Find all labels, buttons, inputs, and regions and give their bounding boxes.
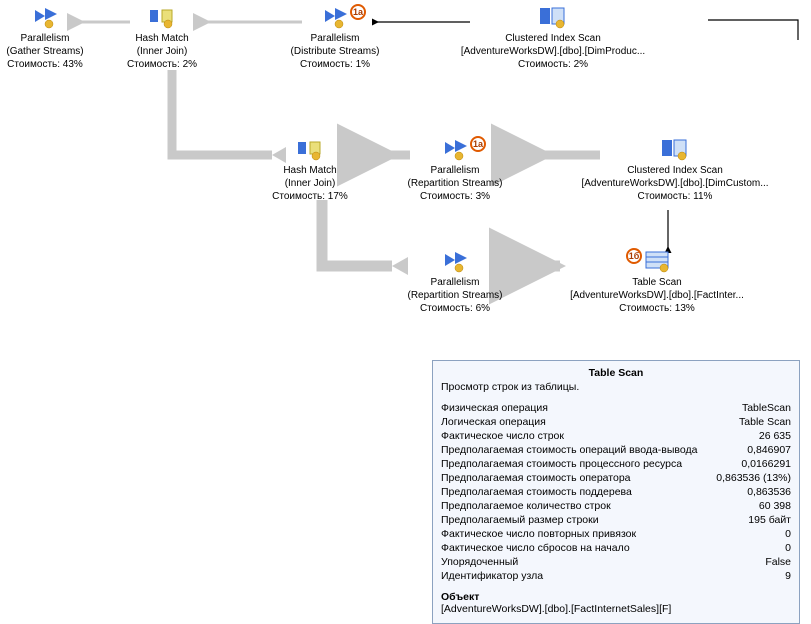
tooltip-title: Table Scan bbox=[441, 367, 791, 379]
tooltip-row-value: 195 байт bbox=[740, 513, 791, 527]
node-subtitle: (Repartition Streams) bbox=[375, 289, 535, 302]
tooltip-object-heading: Объект bbox=[441, 591, 791, 603]
badge-1a: 1a bbox=[470, 136, 486, 152]
tooltip-row-key: Идентификатор узла bbox=[441, 569, 777, 583]
tooltip-object-value: [AdventureWorksDW].[dbo].[FactInternetSa… bbox=[441, 603, 791, 615]
node-cost: Стоимость: 17% bbox=[230, 190, 390, 203]
tooltip-row: Фактическое число строк26 635 bbox=[441, 429, 791, 443]
tooltip-row-key: Физическая операция bbox=[441, 401, 734, 415]
node-title: Parallelism bbox=[375, 276, 535, 289]
tooltip-row: Фактическое число повторных привязок0 bbox=[441, 527, 791, 541]
node-cost: Стоимость: 1% bbox=[255, 58, 415, 71]
hash-match-icon bbox=[296, 138, 324, 162]
tooltip-row: Физическая операцияTableScan bbox=[441, 401, 791, 415]
tooltip-row-key: Фактическое число повторных привязок bbox=[441, 527, 777, 541]
clustered-index-scan-icon bbox=[660, 138, 690, 162]
tooltip-row-value: 0 bbox=[777, 541, 791, 555]
node-subtitle: (Inner Join) bbox=[82, 45, 242, 58]
node-title: Table Scan bbox=[542, 276, 772, 289]
table-scan-icon bbox=[642, 250, 672, 274]
parallelism-icon bbox=[321, 6, 349, 30]
tooltip-row-value: 0 bbox=[777, 527, 791, 541]
tooltip-row: Фактическое число сбросов на начало0 bbox=[441, 541, 791, 555]
tooltip-rows: Физическая операцияTableScanЛогическая о… bbox=[441, 401, 791, 583]
tooltip-row: Предполагаемая стоимость поддерева0,8635… bbox=[441, 485, 791, 499]
tooltip-row: Идентификатор узла9 bbox=[441, 569, 791, 583]
node-hash-match-2[interactable]: Hash Match (Inner Join) Стоимость: 17% bbox=[230, 138, 390, 203]
tooltip-row-key: Логическая операция bbox=[441, 415, 731, 429]
tooltip-row: Предполагаемая стоимость операций ввода-… bbox=[441, 443, 791, 457]
node-title: Hash Match bbox=[82, 32, 242, 45]
tooltip-row-value: 9 bbox=[777, 569, 791, 583]
tooltip-row: Логическая операцияTable Scan bbox=[441, 415, 791, 429]
badge-1b: 1б bbox=[626, 248, 642, 264]
node-cost: Стоимость: 11% bbox=[560, 190, 790, 203]
tooltip-row-value: 0,863536 bbox=[739, 485, 791, 499]
clustered-index-scan-icon bbox=[538, 6, 568, 30]
tooltip-row: Предполагаемый размер строки195 байт bbox=[441, 513, 791, 527]
tooltip-row-value: 26 635 bbox=[751, 429, 791, 443]
node-cost: Стоимость: 13% bbox=[542, 302, 772, 315]
node-cost: Стоимость: 6% bbox=[375, 302, 535, 315]
node-clustered-index-scan-product[interactable]: Clustered Index Scan [AdventureWorksDW].… bbox=[438, 6, 668, 71]
node-clustered-index-scan-customer[interactable]: Clustered Index Scan [AdventureWorksDW].… bbox=[560, 138, 790, 203]
node-cost: Стоимость: 3% bbox=[375, 190, 535, 203]
node-parallelism-distribute[interactable]: Parallelism (Distribute Streams) Стоимос… bbox=[255, 6, 415, 71]
tooltip-row-key: Фактическое число сбросов на начало bbox=[441, 541, 777, 555]
tooltip-row-value: 0,863536 (13%) bbox=[708, 471, 791, 485]
tooltip-row-value: 60 398 bbox=[751, 499, 791, 513]
node-cost: Стоимость: 2% bbox=[82, 58, 242, 71]
tooltip-row-key: Предполагаемая стоимость оператора bbox=[441, 471, 708, 485]
node-title: Parallelism bbox=[375, 164, 535, 177]
badge-1a: 1a bbox=[350, 4, 366, 20]
tooltip-row-key: Упорядоченный bbox=[441, 555, 757, 569]
tooltip-row-key: Предполагаемая стоимость процессного рес… bbox=[441, 457, 733, 471]
node-subtitle: (Repartition Streams) bbox=[375, 177, 535, 190]
tooltip-row: Предполагаемое количество строк60 398 bbox=[441, 499, 791, 513]
node-title: Parallelism bbox=[255, 32, 415, 45]
node-subtitle: (Inner Join) bbox=[230, 177, 390, 190]
node-title: Hash Match bbox=[230, 164, 390, 177]
node-parallelism-repartition-1[interactable]: Parallelism (Repartition Streams) Стоимо… bbox=[375, 138, 535, 203]
tooltip-row-value: 0,0166291 bbox=[733, 457, 791, 471]
node-hash-match-1[interactable]: Hash Match (Inner Join) Стоимость: 2% bbox=[82, 6, 242, 71]
tooltip-row-value: False bbox=[757, 555, 791, 569]
node-table-scan[interactable]: Table Scan [AdventureWorksDW].[dbo].[Fac… bbox=[542, 250, 772, 315]
parallelism-icon bbox=[441, 250, 469, 274]
tooltip-row-key: Предполагаемый размер строки bbox=[441, 513, 740, 527]
tooltip-row-key: Предполагаемая стоимость поддерева bbox=[441, 485, 739, 499]
tooltip-row: Предполагаемая стоимость оператора0,8635… bbox=[441, 471, 791, 485]
node-title: Clustered Index Scan bbox=[438, 32, 668, 45]
tooltip-row-value: 0,846907 bbox=[739, 443, 791, 457]
tooltip-row-value: Table Scan bbox=[731, 415, 791, 429]
operator-tooltip: Table Scan Просмотр строк из таблицы. Фи… bbox=[432, 360, 800, 624]
tooltip-row: Предполагаемая стоимость процессного рес… bbox=[441, 457, 791, 471]
tooltip-row-value: TableScan bbox=[734, 401, 791, 415]
node-parallelism-repartition-2[interactable]: Parallelism (Repartition Streams) Стоимо… bbox=[375, 250, 535, 315]
node-cost: Стоимость: 2% bbox=[438, 58, 668, 71]
tooltip-row-key: Фактическое число строк bbox=[441, 429, 751, 443]
parallelism-icon bbox=[31, 6, 59, 30]
tooltip-row-key: Предполагаемое количество строк bbox=[441, 499, 751, 513]
tooltip-row: УпорядоченныйFalse bbox=[441, 555, 791, 569]
node-title: Clustered Index Scan bbox=[560, 164, 790, 177]
tooltip-description: Просмотр строк из таблицы. bbox=[441, 381, 791, 393]
node-subtitle: [AdventureWorksDW].[dbo].[DimCustom... bbox=[560, 177, 790, 190]
tooltip-row-key: Предполагаемая стоимость операций ввода-… bbox=[441, 443, 739, 457]
hash-match-icon bbox=[148, 6, 176, 30]
node-subtitle: (Distribute Streams) bbox=[255, 45, 415, 58]
parallelism-icon bbox=[441, 138, 469, 162]
node-subtitle: [AdventureWorksDW].[dbo].[FactInter... bbox=[542, 289, 772, 302]
node-subtitle: [AdventureWorksDW].[dbo].[DimProduc... bbox=[438, 45, 668, 58]
